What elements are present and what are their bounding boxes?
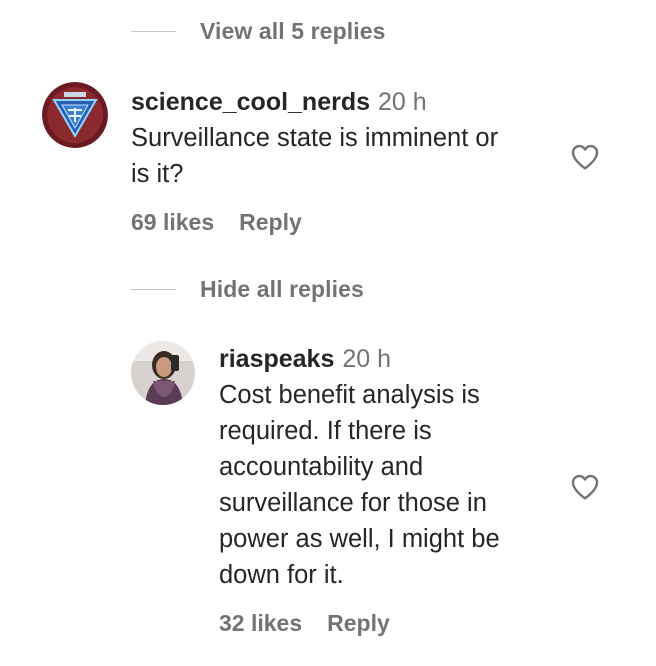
reply-header: riaspeaks 20 h [219,343,564,375]
heart-icon[interactable] [569,471,601,503]
reply-text-line: accountability and [219,453,424,481]
reply-meta: 32 likes Reply [219,610,564,637]
view-all-replies-label: View all 5 replies [200,18,386,44]
heart-icon[interactable] [569,141,601,173]
view-all-replies-button[interactable]: View all 5 replies [131,18,386,45]
comment-reply-button[interactable]: Reply [239,209,302,236]
reply-text-line: surveillance for those in [219,489,487,517]
reply-likes-count[interactable]: 32 likes [219,610,302,637]
comment-meta: 69 likes Reply [131,209,561,236]
reply-text-line: down for it. [219,561,344,589]
reply-comment: riaspeaks 20 h Cost benefit analysis is r… [219,343,564,637]
reply-text-line: power as well, I might be [219,525,500,553]
hide-all-replies-button[interactable]: Hide all replies [131,276,364,303]
hide-all-replies-label: Hide all replies [200,276,364,302]
comment: science_cool_nerds 20 h Surveillance stat… [131,86,561,236]
comment-timestamp[interactable]: 20 h [378,88,427,116]
comment-likes-count[interactable]: 69 likes [131,209,214,236]
comment-username[interactable]: science_cool_nerds [131,88,370,116]
comment-text-line: is it? [131,160,184,188]
reply-reply-button[interactable]: Reply [327,610,390,637]
science-logo-avatar[interactable] [42,82,108,148]
reply-timestamp[interactable]: 20 h [342,345,391,373]
comment-text-line: Surveillance state is imminent or [131,124,499,152]
comment-text: Surveillance state is imminent or is it? [131,120,561,192]
replies-divider-line [131,30,176,33]
reply-username[interactable]: riaspeaks [219,345,334,373]
replies-divider-line [131,288,176,291]
user-photo-avatar[interactable] [131,341,195,405]
reply-text-line: Cost benefit analysis is [219,381,480,409]
comment-header: science_cool_nerds 20 h [131,86,561,118]
reply-text-line: required. If there is [219,417,432,445]
reply-text: Cost benefit analysis is required. If th… [219,377,564,593]
